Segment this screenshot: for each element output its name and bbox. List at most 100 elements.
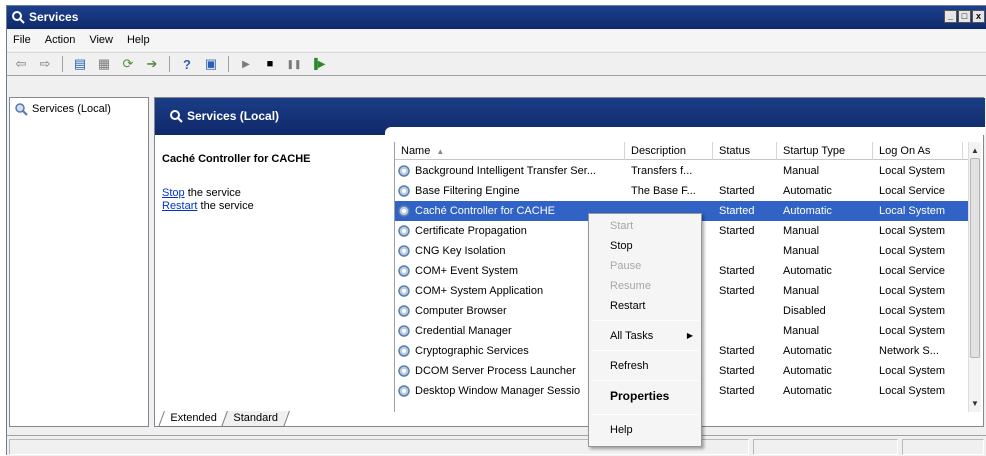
- column-header-log-on-as[interactable]: Log On As: [873, 142, 963, 160]
- title-bar[interactable]: Services _ □ x: [7, 6, 986, 29]
- service-name-text: Caché Controller for CACHE: [415, 205, 555, 217]
- tab-extended[interactable]: Extended: [158, 411, 229, 427]
- service-name-text: Computer Browser: [415, 305, 507, 317]
- export-icon[interactable]: ➔: [142, 55, 162, 73]
- menu-separator: [591, 350, 699, 351]
- service-gear-icon: [398, 245, 410, 257]
- toolbar: ⇦ ⇨ ▤ ▦ ⟳ ➔ ? ▣ ▶ ■ ❚❚ ▐▶: [7, 52, 986, 76]
- column-header-status[interactable]: Status: [713, 142, 777, 160]
- column-header-description[interactable]: Description: [625, 142, 713, 160]
- cell-status: Started: [719, 345, 755, 357]
- menu-file[interactable]: File: [13, 30, 31, 51]
- services-app-icon: [12, 11, 25, 24]
- start-service-icon[interactable]: ▶: [236, 55, 256, 73]
- service-gear-icon: [398, 345, 410, 357]
- console-tree: Services (Local): [9, 97, 149, 427]
- show-hide-tree-icon[interactable]: ▤: [70, 55, 90, 73]
- stop-service-icon[interactable]: ■: [260, 55, 280, 73]
- menu-item-label: Help: [610, 424, 633, 436]
- context-menu-stop[interactable]: Stop: [589, 236, 701, 256]
- stop-service-link[interactable]: Stop: [162, 187, 185, 199]
- column-header-startup-type[interactable]: Startup Type: [777, 142, 873, 160]
- table-row[interactable]: Base Filtering Engine The Base F... Starte…: [395, 181, 970, 201]
- table-row[interactable]: Background Intelligent Transfer Ser... Tr…: [395, 161, 970, 181]
- context-menu-help[interactable]: Help: [589, 420, 701, 440]
- cell-description: Transfers f...: [631, 165, 693, 177]
- cell-logon: Local System: [879, 325, 946, 337]
- service-name-text: COM+ System Application: [415, 285, 544, 297]
- menu-item-label: Stop: [610, 240, 633, 252]
- cell-startup: Automatic: [783, 265, 832, 277]
- cell-status: Started: [719, 265, 755, 277]
- cell-name: Base Filtering Engine: [395, 181, 625, 201]
- service-name-text: Credential Manager: [415, 325, 512, 337]
- cell-status: Started: [719, 225, 755, 237]
- service-gear-icon: [398, 225, 410, 237]
- forward-icon[interactable]: ⇨: [35, 55, 55, 73]
- service-name-text: CNG Key Isolation: [415, 245, 506, 257]
- restart-service-icon[interactable]: ▐▶: [308, 55, 328, 73]
- service-name-text: Base Filtering Engine: [415, 185, 520, 197]
- cell-logon: Local System: [879, 245, 946, 257]
- menu-separator: [591, 380, 699, 381]
- service-name-text: Cryptographic Services: [415, 345, 529, 357]
- restart-service-link[interactable]: Restart: [162, 200, 197, 212]
- services-panel: Services (Local) Caché Controller for CA…: [154, 97, 985, 427]
- refresh-icon[interactable]: ⟳: [118, 55, 138, 73]
- service-gear-icon: [398, 305, 410, 317]
- cell-status: [713, 161, 777, 181]
- menu-help[interactable]: Help: [127, 30, 150, 51]
- view-tabs: Extended Standard: [155, 411, 291, 427]
- cell-logon: Local Service: [879, 265, 946, 277]
- cell-status: [713, 321, 777, 341]
- service-name-text: Background Intelligent Transfer Ser...: [415, 165, 596, 177]
- cell-logon: Local System: [879, 365, 946, 377]
- stop-action-line: Stop the service: [162, 187, 387, 200]
- view-icon[interactable]: ▣: [201, 55, 221, 73]
- restart-action-line: Restart the service: [162, 200, 387, 213]
- stop-link-suffix: the service: [184, 187, 241, 199]
- service-gear-icon: [398, 165, 410, 177]
- menu-view[interactable]: View: [89, 30, 113, 51]
- close-button[interactable]: x: [972, 10, 985, 23]
- properties-icon[interactable]: ▦: [94, 55, 114, 73]
- context-menu-all-tasks[interactable]: All Tasks ▶: [589, 326, 701, 346]
- menu-item-label: Start: [610, 220, 634, 232]
- maximize-button[interactable]: □: [958, 10, 971, 23]
- cell-status: Started: [719, 285, 755, 297]
- vertical-scrollbar[interactable]: ▲ ▼: [968, 142, 981, 412]
- context-menu-properties[interactable]: Properties: [589, 386, 701, 406]
- scroll-thumb[interactable]: [970, 158, 980, 358]
- context-menu-pause: Pause: [589, 256, 701, 276]
- tree-item-services-local[interactable]: Services (Local): [14, 102, 111, 116]
- scroll-down-icon[interactable]: ▼: [969, 397, 981, 410]
- minimize-button[interactable]: _: [944, 10, 957, 23]
- service-gear-icon: [398, 285, 410, 297]
- restart-link-suffix: the service: [197, 200, 254, 212]
- service-gear-icon: [398, 185, 410, 197]
- cell-startup: Manual: [783, 225, 820, 237]
- menu-action[interactable]: Action: [45, 30, 76, 51]
- context-menu-refresh[interactable]: Refresh: [589, 356, 701, 376]
- cell-logon: Local System: [879, 225, 946, 237]
- column-header-name[interactable]: Name ▲: [395, 142, 625, 160]
- service-name-text: COM+ Event System: [415, 265, 519, 277]
- selected-service-name: Caché Controller for CACHE: [162, 153, 311, 165]
- cell-name: Background Intelligent Transfer Ser...: [395, 161, 625, 181]
- submenu-arrow-icon: ▶: [686, 331, 693, 340]
- cell-startup: Manual: [783, 245, 820, 257]
- pause-service-icon[interactable]: ❚❚: [284, 55, 304, 73]
- tab-standard[interactable]: Standard: [221, 411, 291, 427]
- cell-logon: Local Service: [879, 185, 946, 197]
- service-gear-icon: [398, 325, 410, 337]
- services-icon: [15, 103, 28, 116]
- back-icon[interactable]: ⇦: [11, 55, 31, 73]
- help-icon[interactable]: ?: [177, 55, 197, 73]
- list-header: Name ▲ Description Status Startup Type Lo…: [395, 142, 981, 160]
- cell-logon: Local System: [879, 305, 946, 317]
- context-menu-restart[interactable]: Restart: [589, 296, 701, 316]
- toolbar-separator: [169, 56, 170, 72]
- scroll-up-icon[interactable]: ▲: [969, 144, 981, 157]
- panel-header-curve: [385, 127, 985, 135]
- status-pane-right: [902, 439, 984, 455]
